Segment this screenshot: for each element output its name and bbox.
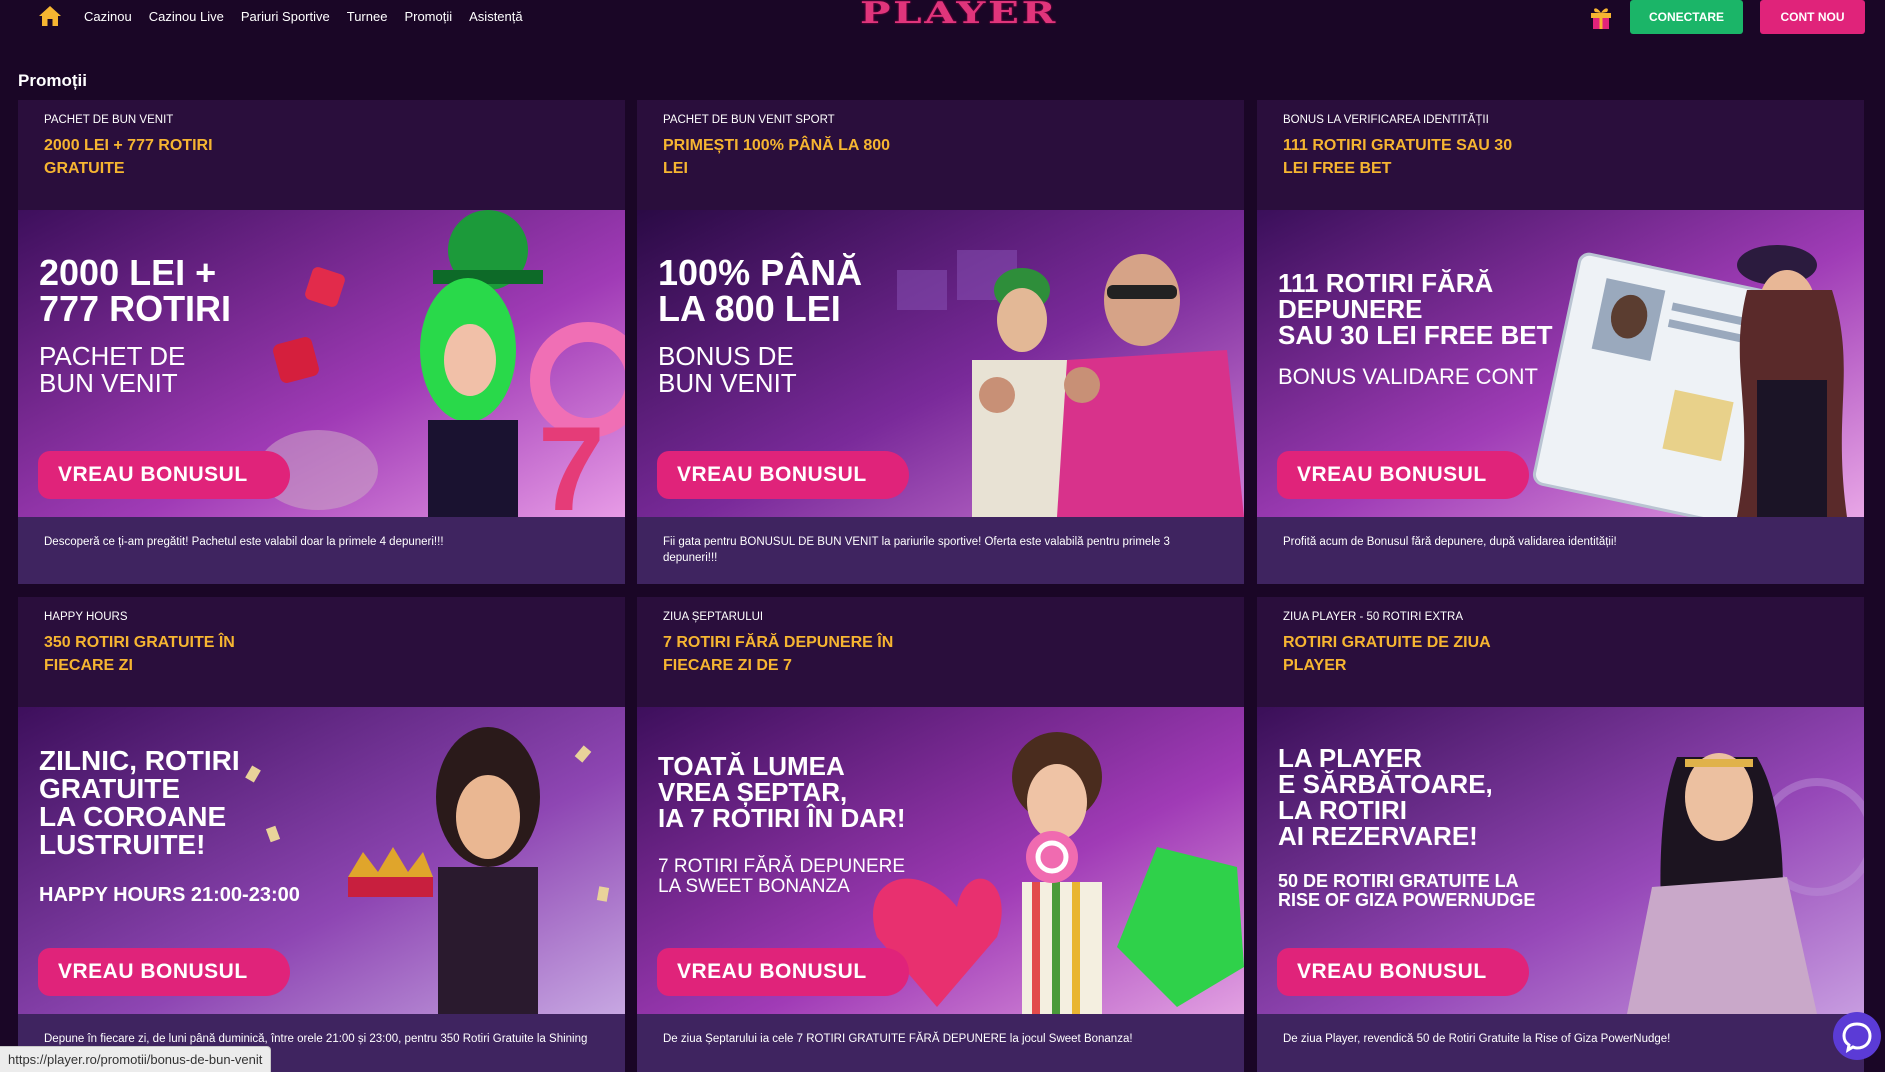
claim-bonus-button[interactable]: VREAU BONUSUL (1277, 451, 1529, 499)
card-header: ZIUA PLAYER - 50 ROTIRI EXTRA ROTIRI GRA… (1257, 597, 1864, 707)
banner-headline: TOATĂ LUMEA VREA ȘEPTAR, IA 7 ROTIRI ÎN … (658, 751, 906, 833)
card-header: PACHET DE BUN VENIT 2000 LEI + 777 ROTIR… (18, 100, 625, 210)
banner-subheadline: 50 DE ROTIRI GRATUITE LA RISE OF GIZA PO… (1278, 871, 1536, 910)
banner-headline: LA PLAYER E SĂRBĂTOARE, LA ROTIRI AI REZ… (1278, 743, 1493, 851)
register-button[interactable]: CONT NOU (1760, 0, 1865, 34)
card-title[interactable]: ROTIRI GRATUITE DE ZIUA PLAYER (1283, 631, 1533, 677)
nav-promotii[interactable]: Promoții (404, 9, 452, 24)
card-title[interactable]: 7 ROTIRI FĂRĂ DEPUNERE ÎN FIECARE ZI DE … (663, 631, 913, 677)
card-description: Profită acum de Bonusul fără depunere, d… (1257, 517, 1864, 584)
promo-banner[interactable]: ZILNIC, ROTIRI GRATUITE LA COROANE LUSTR… (18, 707, 625, 1014)
nav-cazinou[interactable]: Cazinou (84, 9, 132, 24)
claim-bonus-button[interactable]: VREAU BONUSUL (657, 451, 909, 499)
promo-card-player-day[interactable]: ZIUA PLAYER - 50 ROTIRI EXTRA ROTIRI GRA… (1257, 597, 1864, 1072)
card-subtitle: ZIUA ȘEPTARULUI (663, 611, 764, 623)
banner-headline: ZILNIC, ROTIRI GRATUITE LA COROANE LUSTR… (39, 745, 240, 860)
promo-banner[interactable]: LA PLAYER E SĂRBĂTOARE, LA ROTIRI AI REZ… (1257, 707, 1864, 1014)
home-icon[interactable] (38, 5, 62, 27)
chat-icon (1842, 1022, 1872, 1054)
card-subtitle: PACHET DE BUN VENIT SPORT (663, 114, 835, 126)
card-header: PACHET DE BUN VENIT SPORT PRIMEȘTI 100% … (637, 100, 1244, 210)
page-title: Promoții (18, 71, 87, 90)
claim-bonus-button[interactable]: VREAU BONUSUL (38, 948, 290, 996)
promo-card-welcome[interactable]: PACHET DE BUN VENIT 2000 LEI + 777 ROTIR… (18, 100, 625, 584)
promo-banner[interactable]: TOATĂ LUMEA VREA ȘEPTAR, IA 7 ROTIRI ÎN … (637, 707, 1244, 1014)
card-description: De ziua Șeptarului ia cele 7 ROTIRI GRAT… (637, 1014, 1244, 1072)
card-title[interactable]: 2000 LEI + 777 ROTIRI GRATUITE (44, 134, 294, 180)
top-navigation-bar: Cazinou Cazinou Live Pariuri Sportive Tu… (0, 0, 1885, 34)
card-subtitle: PACHET DE BUN VENIT (44, 114, 174, 126)
player-logo[interactable]: PLAYER (860, 0, 1058, 31)
gift-icon[interactable] (1589, 4, 1613, 30)
chat-button[interactable] (1833, 1012, 1881, 1060)
nav-asistenta[interactable]: Asistență (469, 9, 522, 24)
banner-headline: 2000 LEI + 777 ROTIRI (39, 252, 232, 329)
promo-card-sport-welcome[interactable]: PACHET DE BUN VENIT SPORT PRIMEȘTI 100% … (637, 100, 1244, 584)
card-description: Fii gata pentru BONUSUL DE BUN VENIT la … (637, 517, 1244, 584)
claim-bonus-button[interactable]: VREAU BONUSUL (657, 948, 909, 996)
card-header: BONUS LA VERIFICAREA IDENTITĂȚII 111 ROT… (1257, 100, 1864, 210)
banner-subheadline: HAPPY HOURS 21:00-23:00 (39, 884, 300, 906)
card-header: HAPPY HOURS 350 ROTIRI GRATUITE ÎN FIECA… (18, 597, 625, 707)
claim-bonus-button[interactable]: VREAU BONUSUL (38, 451, 290, 499)
banner-subheadline: BONUS VALIDARE CONT (1278, 364, 1538, 389)
card-subtitle: HAPPY HOURS (44, 611, 128, 623)
claim-bonus-button[interactable]: VREAU BONUSUL (1277, 948, 1529, 996)
promo-card-happy-hours[interactable]: HAPPY HOURS 350 ROTIRI GRATUITE ÎN FIECA… (18, 597, 625, 1072)
card-subtitle: ZIUA PLAYER - 50 ROTIRI EXTRA (1283, 611, 1463, 623)
main-nav: Cazinou Cazinou Live Pariuri Sportive Tu… (84, 9, 540, 24)
card-title[interactable]: 111 ROTIRI GRATUITE SAU 30 LEI FREE BET (1283, 134, 1533, 180)
nav-cazinou-live[interactable]: Cazinou Live (149, 9, 224, 24)
promo-card-identity[interactable]: BONUS LA VERIFICAREA IDENTITĂȚII 111 ROT… (1257, 100, 1864, 584)
card-subtitle: BONUS LA VERIFICAREA IDENTITĂȚII (1283, 114, 1489, 126)
nav-pariuri-sportive[interactable]: Pariuri Sportive (241, 9, 330, 24)
promo-card-septar[interactable]: ZIUA ȘEPTARULUI 7 ROTIRI FĂRĂ DEPUNERE Î… (637, 597, 1244, 1072)
banner-headline: 111 ROTIRI FĂRĂ DEPUNERE SAU 30 LEI FREE… (1278, 268, 1553, 350)
banner-subheadline: 7 ROTIRI FĂRĂ DEPUNERE LA SWEET BONANZA (658, 856, 906, 897)
promo-banner[interactable]: 100% PÂNĂ LA 800 LEI BONUS DE BUN VENIT … (637, 210, 1244, 517)
card-description: De ziua Player, revendică 50 de Rotiri G… (1257, 1014, 1864, 1072)
promo-banner[interactable]: 111 ROTIRI FĂRĂ DEPUNERE SAU 30 LEI FREE… (1257, 210, 1864, 517)
card-title[interactable]: 350 ROTIRI GRATUITE ÎN FIECARE ZI (44, 631, 294, 677)
banner-subheadline: BONUS DE BUN VENIT (658, 341, 797, 399)
banner-headline: 100% PÂNĂ LA 800 LEI (658, 252, 863, 329)
card-header: ZIUA ȘEPTARULUI 7 ROTIRI FĂRĂ DEPUNERE Î… (637, 597, 1244, 707)
nav-turnee[interactable]: Turnee (347, 9, 388, 24)
card-title[interactable]: PRIMEȘTI 100% PÂNĂ LA 800 LEI (663, 134, 913, 180)
browser-status-url: https://player.ro/promotii/bonus-de-bun-… (0, 1046, 272, 1072)
promo-banner[interactable]: 7 2000 LEI + 777 ROTIRI PACHET DE BUN VE… (18, 210, 625, 517)
svg-text:7: 7 (538, 402, 605, 517)
login-button[interactable]: CONECTARE (1630, 0, 1743, 34)
banner-subheadline: PACHET DE BUN VENIT (39, 341, 186, 399)
card-description: Descoperă ce ți-am pregătit! Pachetul es… (18, 517, 625, 584)
